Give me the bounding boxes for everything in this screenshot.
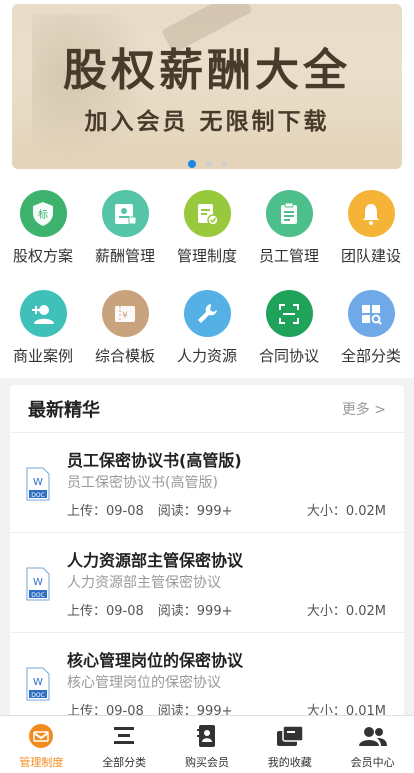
category-item[interactable]: 合同协议: [248, 290, 330, 366]
contacts-icon: [166, 722, 249, 750]
category-item[interactable]: 薪酬管理: [84, 190, 166, 266]
category-item[interactable]: 标 股权方案: [2, 190, 84, 266]
category-label: 综合模板: [94, 347, 155, 365]
category-item[interactable]: 全部分类: [330, 290, 412, 366]
svg-text:DOC: DOC: [31, 692, 45, 699]
svg-text:¥: ¥: [122, 311, 128, 321]
category-item[interactable]: 员工管理: [248, 190, 330, 266]
svg-text:DOC: DOC: [31, 592, 45, 599]
category-label: 全部分类: [340, 347, 401, 365]
carousel-indicator: [0, 153, 414, 168]
category-row-2: 商业案例 ¥ 综合模板 人力资源 合同协议 全部分类: [0, 290, 414, 366]
tab-my-favorites[interactable]: 我的收藏: [248, 716, 331, 773]
svg-text:标: 标: [38, 209, 48, 221]
bottom-tab-bar: 管理制度 全部分类 购买会员 我的收藏 会员中心: [0, 715, 414, 773]
category-item[interactable]: 管理制度: [166, 190, 248, 266]
list-item[interactable]: W DOC 核心管理岗位的保密协议 核心管理岗位的保密协议 上传：09-08 阅读：…: [10, 633, 404, 725]
carousel-dot-3[interactable]: [221, 161, 227, 166]
document-check-icon: [183, 190, 231, 237]
mail-icon: [0, 722, 83, 750]
category-item[interactable]: 人力资源: [166, 290, 248, 366]
banner-section: 股权薪酬大全 加入会员 无限制下载: [0, 0, 414, 176]
file-size: 大小：0.02M: [306, 504, 386, 519]
svg-text:W: W: [33, 577, 43, 588]
doc-subtitle: 人力资源部主管保密协议: [67, 575, 221, 591]
list-item[interactable]: W DOC 人力资源部主管保密协议 人力资源部主管保密协议 上传：09-08 阅读：…: [10, 533, 404, 633]
tab-label: 购买会员: [184, 756, 229, 769]
banner-carousel[interactable]: 股权薪酬大全 加入会员 无限制下载: [12, 4, 402, 169]
banner-subtitle: 加入会员 无限制下载: [84, 108, 330, 135]
category-label: 管理制度: [176, 247, 237, 265]
doc-subtitle: 员工保密协议书(高管版): [67, 475, 218, 491]
category-item[interactable]: 团队建设: [330, 190, 412, 266]
word-doc-icon: W DOC: [26, 567, 50, 601]
tab-label: 管理制度: [19, 756, 64, 769]
users-icon: [331, 722, 414, 750]
category-label: 商业案例: [12, 347, 73, 365]
category-label: 团队建设: [340, 247, 401, 265]
ticket-icon: ¥: [101, 290, 149, 337]
category-label: 合同协议: [258, 347, 319, 365]
menu-icon: [83, 722, 166, 750]
svg-text:W: W: [33, 477, 43, 488]
bell-icon: [347, 190, 395, 237]
category-grid: 标 股权方案 薪酬管理 管理制度 员工管理 团队建设 商业案例 ¥ 综合模板 人…: [0, 176, 414, 378]
category-label: 薪酬管理: [94, 247, 155, 265]
tab-label: 会员中心: [350, 756, 395, 769]
file-size: 大小：0.02M: [306, 604, 386, 619]
scan-icon: [265, 290, 313, 337]
doc-subtitle: 核心管理岗位的保密协议: [67, 675, 221, 691]
category-item[interactable]: ¥ 综合模板: [84, 290, 166, 366]
carousel-dot-1[interactable]: [187, 159, 196, 168]
add-user-icon: [19, 290, 67, 337]
read-count: 阅读：999+: [157, 504, 233, 519]
app-page: 股权薪酬大全 加入会员 无限制下载 标 股权方案 薪酬管理 管理制度 员工管理 …: [0, 0, 414, 773]
tab-label: 我的收藏: [267, 756, 312, 769]
upload-date: 上传：09-08: [67, 604, 144, 619]
clipboard-icon: [265, 190, 313, 237]
tab-member-center[interactable]: 会员中心: [331, 716, 414, 773]
doc-meta: 上传：09-08 阅读：999+: [67, 600, 233, 619]
list-item[interactable]: W DOC 员工保密协议书(高管版) 员工保密协议书(高管版) 上传：09-08 阅…: [10, 433, 404, 533]
category-label: 员工管理: [258, 247, 319, 265]
word-doc-icon: W DOC: [26, 467, 50, 501]
read-count: 阅读：999+: [157, 604, 233, 619]
tab-buy-membership[interactable]: 购买会员: [166, 716, 249, 773]
category-item[interactable]: 商业案例: [2, 290, 84, 366]
doc-title: 人力资源部主管保密协议: [67, 551, 244, 570]
category-row-1: 标 股权方案 薪酬管理 管理制度 员工管理 团队建设: [0, 190, 414, 266]
grid-search-icon: [347, 290, 395, 337]
carousel-dot-2[interactable]: [205, 160, 212, 167]
doc-title: 核心管理岗位的保密协议: [67, 651, 244, 670]
svg-text:W: W: [33, 677, 43, 688]
banner-title: 股权薪酬大全: [63, 45, 351, 96]
category-label: 股权方案: [12, 247, 73, 265]
doc-meta: 上传：09-08 阅读：999+: [67, 500, 233, 519]
wrench-icon: [183, 290, 231, 337]
tab-all-categories[interactable]: 全部分类: [83, 716, 166, 773]
tab-label: 全部分类: [102, 756, 147, 769]
upload-date: 上传：09-08: [67, 504, 144, 519]
svg-text:DOC: DOC: [31, 492, 45, 499]
collection-icon: [248, 722, 331, 750]
latest-header: 最新精华 更多 >: [10, 385, 404, 433]
doc-title: 员工保密协议书(高管版): [67, 451, 242, 470]
latest-section: 最新精华 更多 > W DOC 员工保密协议书(高管版) 员工保密协议书(高管版)…: [10, 385, 404, 725]
id-card-icon: [101, 190, 149, 237]
word-doc-icon: W DOC: [26, 667, 50, 701]
category-label: 人力资源: [176, 347, 237, 365]
shield-icon: 标: [19, 190, 67, 237]
section-title: 最新精华: [28, 399, 100, 421]
more-link[interactable]: 更多 >: [342, 399, 386, 419]
tab-management[interactable]: 管理制度: [0, 716, 83, 773]
